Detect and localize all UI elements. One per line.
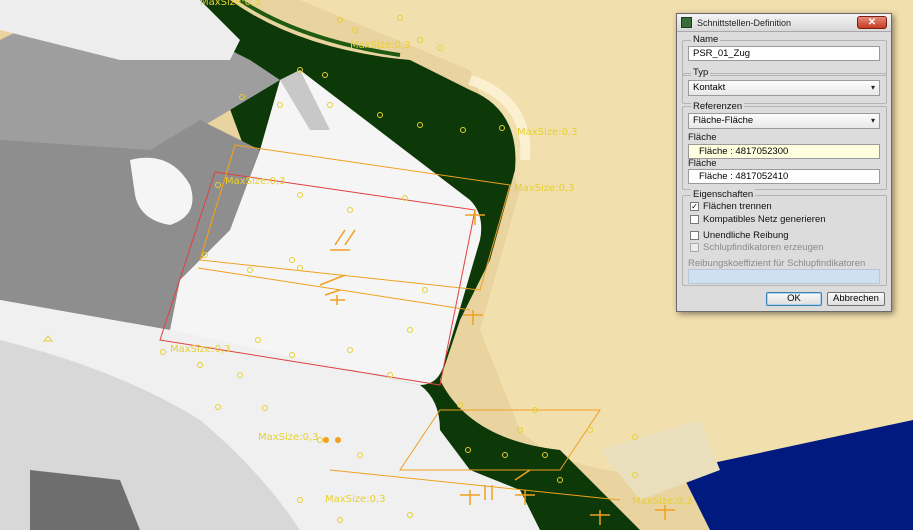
maxsize-label: MaxSize:0,3 — [514, 183, 575, 194]
kompatibles-netz-checkbox[interactable] — [690, 215, 699, 224]
unendliche-reibung-checkbox[interactable] — [690, 231, 699, 240]
referenzen-select-value: Fläche-Fläche — [693, 115, 754, 126]
maxsize-label: MaxSize:0,3 — [170, 344, 231, 355]
maxsize-label: MaxSize:0,3 — [517, 127, 578, 138]
maxsize-label: MaxSize:0,3 — [200, 0, 261, 8]
flaeche2-label: Fläche — [688, 158, 717, 169]
typ-select-value: Kontakt — [693, 82, 726, 93]
referenzen-legend: Referenzen — [691, 101, 745, 112]
maxsize-label: MaxSize:0,3 — [350, 40, 411, 51]
interface-definition-dialog: Schnittstellen-Definition ✕ Name PSR_01_… — [676, 13, 892, 312]
maxsize-label: MaxSize:0,3 — [325, 494, 386, 505]
annotation-dot-2 — [335, 437, 341, 443]
schlupfindikatoren-checkbox — [690, 243, 699, 252]
chevron-down-icon: ▾ — [870, 83, 875, 92]
chevron-down-icon: ▾ — [870, 116, 875, 125]
annotation-dot-1 — [323, 437, 329, 443]
maxsize-label: MaxSize:0,3 — [258, 432, 319, 443]
typ-select[interactable]: Kontakt ▾ — [688, 80, 880, 96]
name-legend: Name — [691, 34, 721, 45]
app-icon — [681, 17, 692, 28]
referenzen-select[interactable]: Fläche-Fläche ▾ — [688, 113, 880, 129]
schlupfindikatoren-label: Schlupfindikatoren erzeugen — [703, 242, 824, 253]
cancel-button[interactable]: Abbrechen — [827, 292, 885, 306]
dialog-title: Schnittstellen-Definition — [697, 18, 792, 28]
flaeche2-field[interactable]: Fläche : 4817052410 — [688, 169, 880, 184]
flaechen-trennen-checkbox[interactable]: ✓ — [690, 202, 699, 211]
dialog-titlebar[interactable]: Schnittstellen-Definition ✕ — [677, 14, 891, 32]
unendliche-reibung-label[interactable]: Unendliche Reibung — [703, 230, 789, 241]
flaeche1-label: Fläche — [688, 132, 717, 143]
kompatibles-netz-label[interactable]: Kompatibles Netz generieren — [703, 214, 826, 225]
flaechen-trennen-label[interactable]: Flächen trennen — [703, 201, 772, 212]
maxsize-label: MaxSize:0,3 — [225, 176, 286, 187]
close-icon[interactable]: ✕ — [857, 16, 887, 29]
flaeche1-field[interactable]: Fläche : 4817052300 — [688, 144, 880, 159]
ok-button[interactable]: OK — [766, 292, 822, 306]
typ-legend: Typ — [691, 67, 711, 78]
reibungskoeffizient-input — [688, 269, 880, 284]
maxsize-label: MaxSize:0,3 — [632, 496, 693, 507]
name-input[interactable]: PSR_01_Zug — [688, 46, 880, 61]
reibungskoeffizient-label: Reibungskoeffizient für Schlupfindikator… — [688, 258, 866, 269]
eigenschaften-legend: Eigenschaften — [691, 189, 756, 200]
